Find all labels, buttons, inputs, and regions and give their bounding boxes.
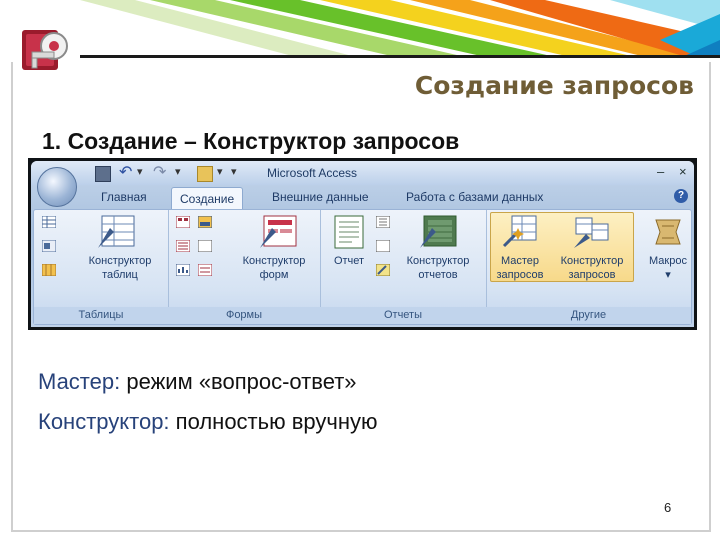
wizard-value: режим «вопрос-ответ» — [120, 369, 357, 394]
form-design-label-2: форм — [259, 269, 289, 281]
close-button[interactable]: × — [679, 164, 687, 179]
group-label-forms: Формы — [168, 307, 320, 324]
form-icon[interactable] — [176, 216, 190, 228]
sharepoint-lists-icon[interactable] — [42, 264, 56, 276]
slide-subtitle: 1. Создание – Конструктор запросов — [42, 128, 460, 154]
query-design-label-1: Конструктор — [560, 255, 624, 267]
report-label: Отчет — [333, 255, 365, 267]
customize-qat-icon[interactable]: ▾ — [231, 165, 237, 178]
line-wizard: Мастер: режим «вопрос-ответ» — [38, 369, 357, 395]
undo-dropdown-icon[interactable]: ▾ — [137, 165, 143, 178]
query-wizard-icon[interactable] — [500, 214, 540, 250]
ribbon-tabs: Главная Создание Внешние данные Работа с… — [31, 185, 694, 209]
open-folder-icon[interactable] — [197, 166, 213, 182]
macro-dropdown-icon[interactable]: ▾ — [636, 268, 694, 282]
report-wizard-icon[interactable] — [376, 264, 390, 276]
query-design-label-2: запросов — [568, 269, 616, 281]
labels-icon[interactable] — [376, 216, 390, 228]
redo-dropdown-icon[interactable]: ▾ — [175, 165, 181, 178]
form-design-label-1: Конструктор — [242, 255, 306, 267]
group-other: Мастер запросов Конструктор запросов Мак… — [486, 210, 691, 324]
table-design-label-1: Конструктор — [88, 255, 152, 267]
multiple-items-icon[interactable] — [176, 240, 190, 252]
frame-bottom — [11, 530, 711, 532]
blank-report-icon[interactable] — [376, 240, 390, 252]
pivot-chart-icon[interactable] — [176, 264, 190, 276]
page-number: 6 — [664, 500, 672, 515]
report-design-icon[interactable] — [418, 214, 458, 250]
tab-external-data[interactable]: Внешние данные — [272, 190, 369, 204]
form-design-icon[interactable] — [258, 214, 298, 250]
frame-left — [11, 62, 13, 532]
tab-create[interactable]: Создание — [171, 187, 244, 209]
tab-database-tools[interactable]: Работа с базами данных — [406, 190, 543, 204]
frame-right — [709, 62, 711, 532]
group-forms: Конструктор форм Формы — [168, 210, 321, 324]
macro-icon[interactable] — [650, 214, 686, 250]
blank-form-icon[interactable] — [198, 240, 212, 252]
help-icon[interactable]: ? — [674, 189, 688, 203]
report-design-label-2: отчетов — [418, 269, 458, 281]
group-reports: Отчет Конструктор отчетов Отчеты — [320, 210, 487, 324]
header-line — [80, 55, 720, 58]
group-tables: Конструктор таблиц Таблицы — [34, 210, 169, 324]
designer-key: Конструктор: — [38, 409, 170, 434]
query-wizard-label-1: Мастер — [500, 255, 540, 267]
query-wizard-label-2: запросов — [496, 269, 544, 281]
group-label-tables: Таблицы — [34, 307, 168, 324]
table-design-icon[interactable] — [96, 214, 136, 250]
undo-icon[interactable]: ↶ — [119, 162, 133, 181]
open-dropdown-icon[interactable]: ▾ — [217, 165, 223, 178]
report-design-label-1: Конструктор — [406, 255, 470, 267]
group-label-other: Другие — [486, 307, 691, 324]
designer-value: полностью вручную — [169, 409, 378, 434]
table-design-label-2: таблиц — [102, 269, 138, 281]
window-title: Microsoft Access — [267, 166, 358, 180]
line-designer: Конструктор: полностью вручную — [38, 409, 378, 435]
table-templates-icon[interactable] — [42, 240, 56, 252]
title-bar: ↶ ▾ ↷ ▾ ▾ ▾ Microsoft Access – × — [31, 161, 694, 185]
slide-title: Создание запросов — [414, 71, 694, 100]
ribbon: Конструктор таблиц Таблицы Конструктор ф… — [33, 209, 692, 325]
group-label-reports: Отчеты — [320, 307, 486, 324]
report-icon[interactable] — [332, 214, 366, 250]
tab-home[interactable]: Главная — [101, 190, 147, 204]
query-design-icon[interactable] — [572, 214, 612, 250]
more-forms-icon[interactable] — [198, 264, 212, 276]
split-form-icon[interactable] — [198, 216, 212, 228]
access-logo-icon — [22, 30, 68, 70]
access-ribbon-screenshot: ↶ ▾ ↷ ▾ ▾ ▾ Microsoft Access – × Главная… — [28, 158, 697, 330]
redo-icon[interactable]: ↷ — [153, 162, 167, 181]
save-icon[interactable] — [95, 166, 111, 182]
table-icon[interactable] — [42, 216, 56, 228]
macro-label: Макрос — [649, 255, 687, 267]
wizard-key: Мастер: — [38, 369, 121, 394]
minimize-button[interactable]: – — [657, 164, 664, 179]
